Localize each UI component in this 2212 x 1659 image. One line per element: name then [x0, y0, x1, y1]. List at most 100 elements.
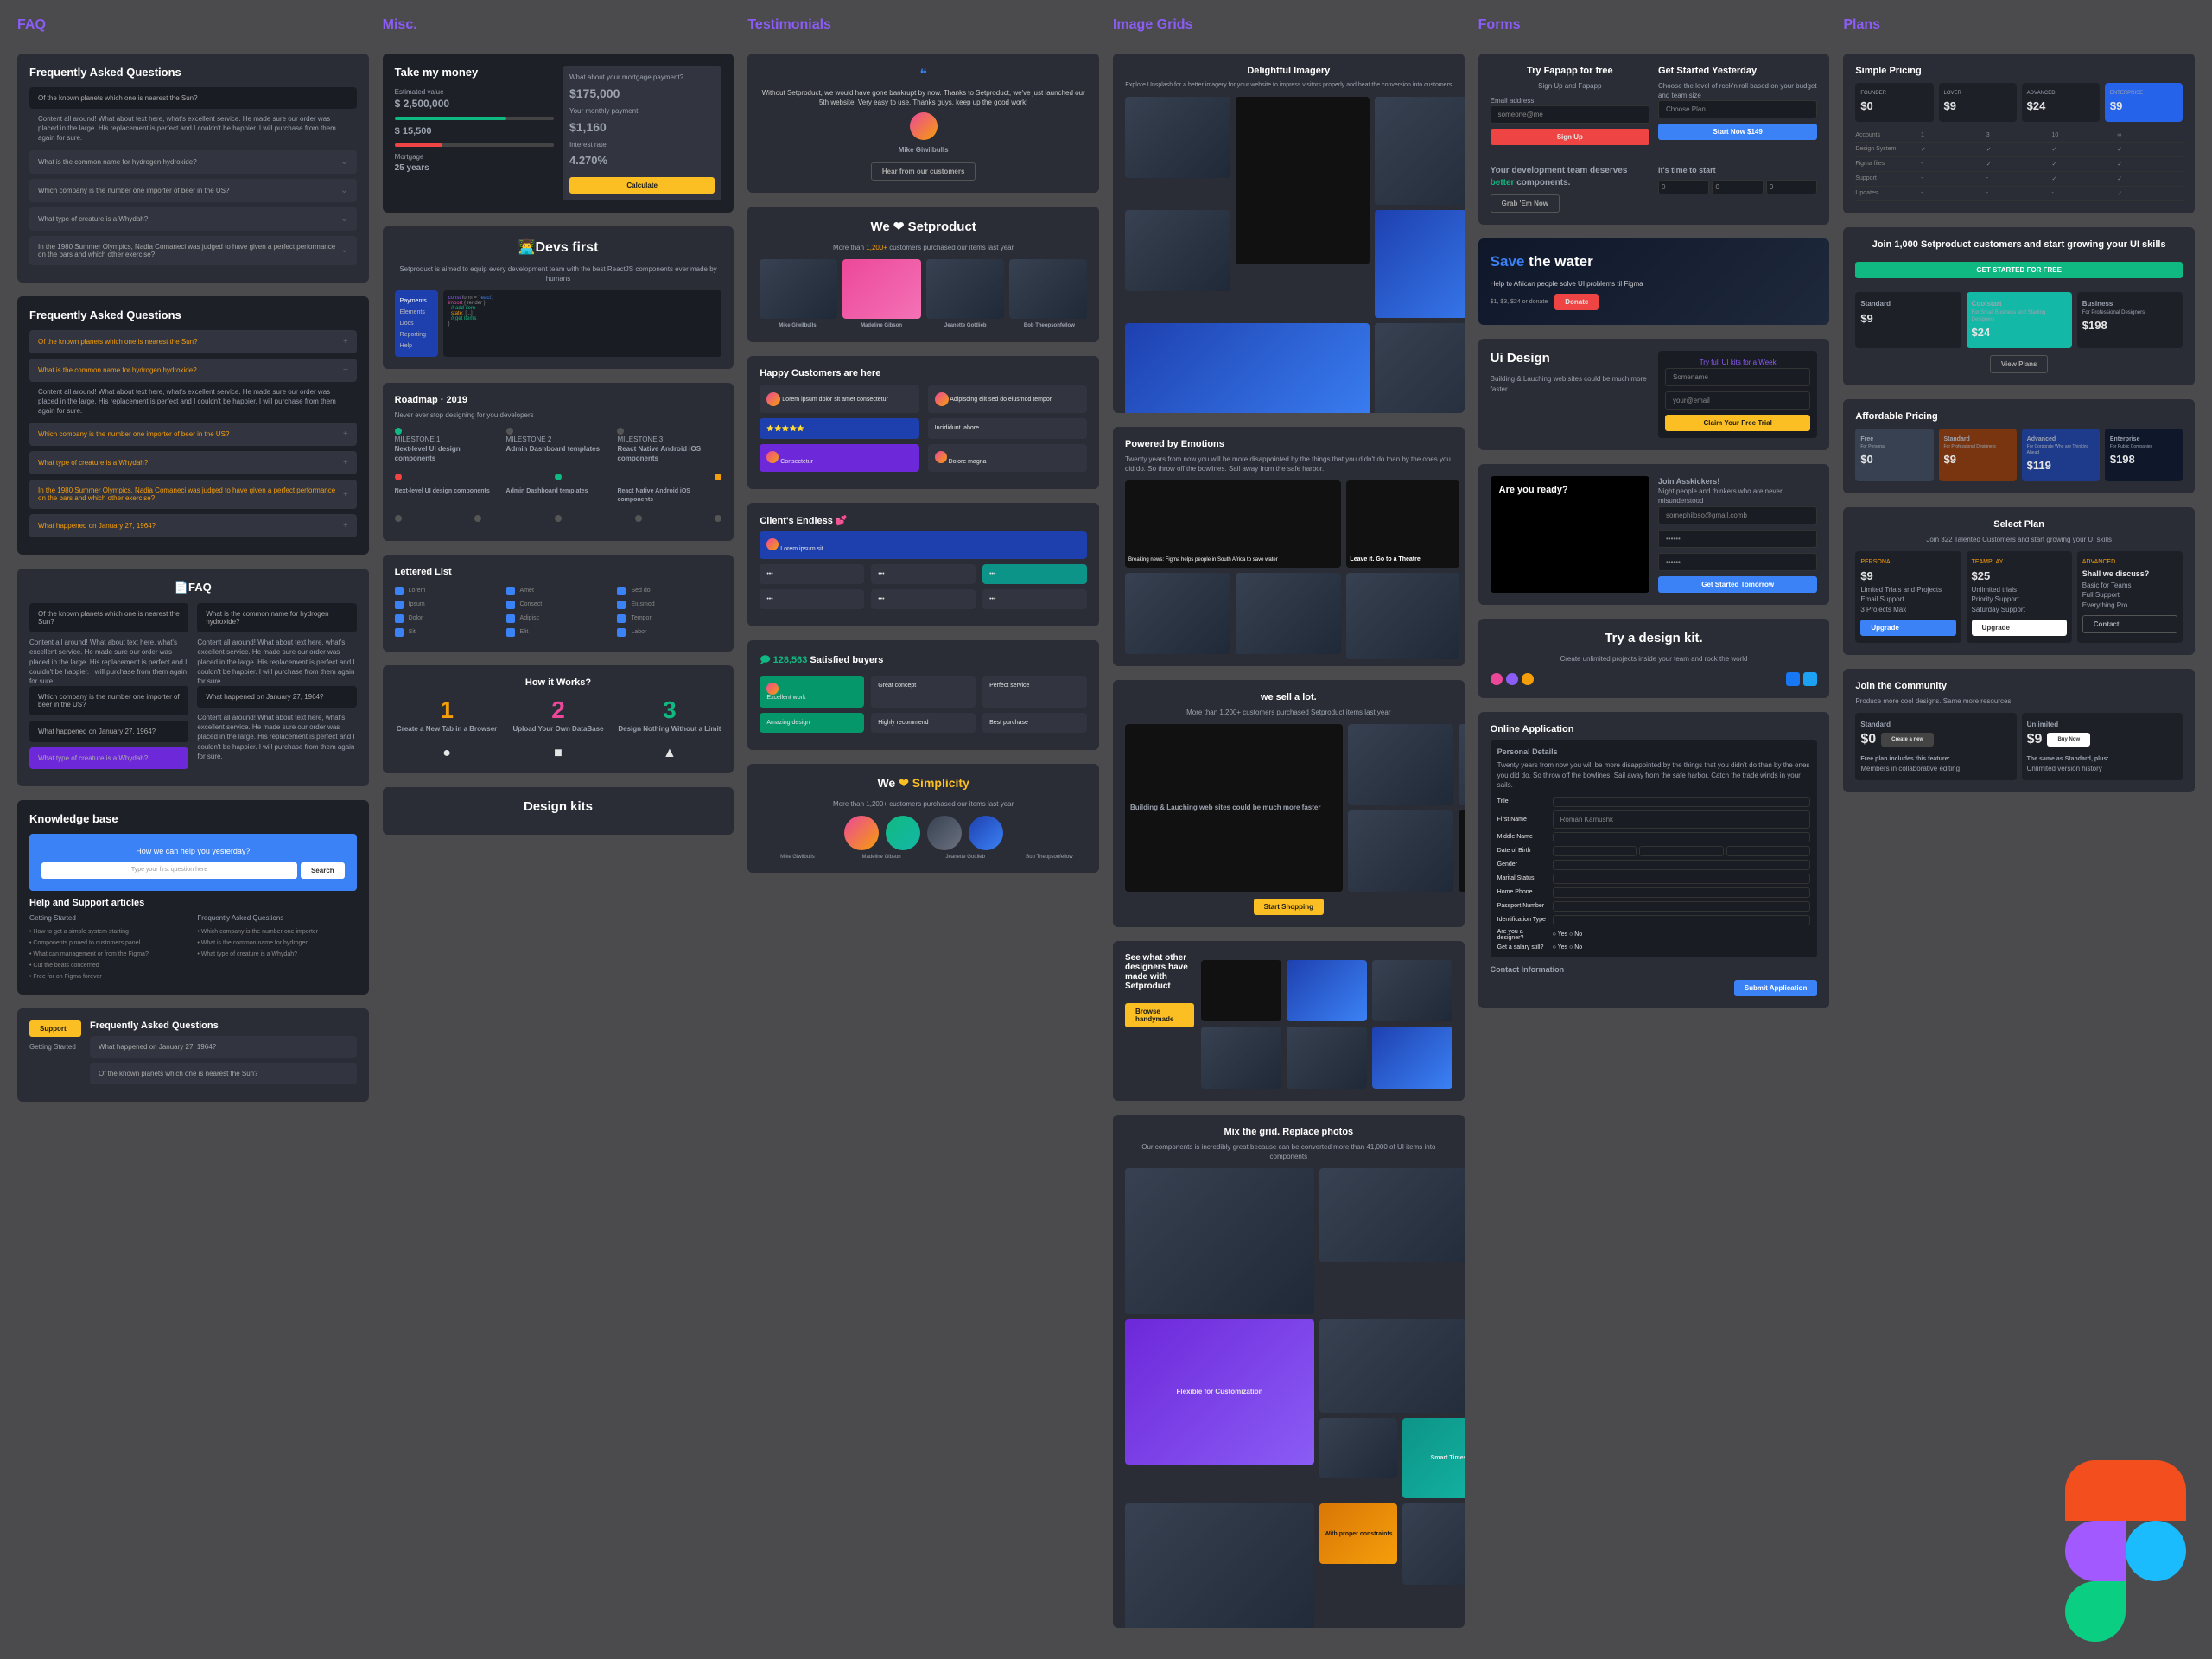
grid-img[interactable]: Leave it. Go to a Theatre	[1346, 480, 1459, 567]
marital-input[interactable]	[1553, 874, 1811, 884]
upgrade-btn[interactable]: Upgrade	[1860, 620, 1955, 636]
kb-link[interactable]: • Free for on Figma forever	[29, 971, 188, 982]
yesterday-btn[interactable]: Start Now $149	[1658, 124, 1817, 140]
first-input[interactable]: Roman Kamushk	[1553, 810, 1811, 829]
phone-input[interactable]	[1553, 887, 1811, 898]
sidebar-item[interactable]: Reporting	[400, 329, 433, 340]
grab-btn[interactable]: Grab 'Em Now	[1491, 194, 1560, 213]
dob-input[interactable]	[1553, 846, 1637, 856]
grid-img[interactable]	[1236, 97, 1370, 264]
faq3-q6[interactable]: What happened on January 27, 1964?	[29, 721, 188, 742]
grid-img[interactable]	[1372, 1027, 1452, 1088]
grid-img[interactable]	[1375, 97, 1464, 205]
grid-img[interactable]	[1125, 210, 1230, 291]
grid-img[interactable]	[1125, 1168, 1314, 1314]
support-q[interactable]: Of the known planets which one is neares…	[90, 1063, 357, 1084]
title-input[interactable]	[1553, 797, 1811, 807]
kb-link[interactable]: • Components pinned to customers panel	[29, 938, 188, 949]
price-tier[interactable]: StandardFor Professional Designers$9	[1939, 429, 2017, 481]
support-q[interactable]: What happened on January 27, 1964?	[90, 1036, 357, 1058]
radio-group[interactable]: ○ Yes ○ No	[1553, 944, 1811, 950]
asskickers-btn[interactable]: Get Started Tomorrow	[1658, 576, 1817, 593]
faq2-q5[interactable]: In the 1980 Summer Olympics, Nadia Coman…	[29, 480, 357, 509]
grid-img[interactable]	[1372, 960, 1452, 1021]
idtype-input[interactable]	[1553, 915, 1811, 925]
faq2-q4[interactable]: What type of creature is a Whydah?+	[29, 451, 357, 474]
grid-img[interactable]	[1459, 724, 1464, 805]
faq-q1[interactable]: Of the known planets which one is neares…	[29, 87, 357, 109]
price-tier[interactable]: Standard$9	[1855, 292, 1961, 348]
grid-img[interactable]	[1201, 1027, 1281, 1088]
asskickers-input[interactable]: ••••••	[1658, 553, 1817, 571]
support-tab[interactable]: Support	[29, 1020, 81, 1037]
grid-img[interactable]: Breaking news: Figma helps people in Sou…	[1125, 480, 1341, 567]
sidebar-item[interactable]: Docs	[400, 318, 433, 329]
grid-img[interactable]	[1125, 1503, 1314, 1627]
upgrade-btn[interactable]: Upgrade	[1972, 620, 2067, 636]
buy-btn[interactable]: Buy Now	[2047, 733, 2090, 747]
create-btn[interactable]: Create a new	[1881, 733, 1934, 747]
radio-group[interactable]: ○ Yes ○ No	[1553, 931, 1811, 938]
faq3-q2[interactable]: What is the common name for hydrogen hyd…	[197, 603, 356, 632]
faq-q4[interactable]: What type of creature is a Whydah?⌄	[29, 207, 357, 231]
faq2-q6[interactable]: What happened on January 27, 1964?+	[29, 514, 357, 537]
ui-btn[interactable]: Claim Your Free Trial	[1665, 415, 1810, 431]
sidebar-item[interactable]: Payments	[400, 296, 433, 307]
others-cta[interactable]: Browse handymade	[1125, 1003, 1194, 1027]
faq3-q6b[interactable]: What happened on January 27, 1964?	[197, 686, 356, 708]
ui-input[interactable]: Somename	[1665, 368, 1810, 386]
price-tier[interactable]: EnterpriseFor Public Companies$198	[2105, 429, 2183, 481]
grid-img[interactable]	[1402, 1503, 1464, 1584]
faq-q5[interactable]: In the 1980 Summer Olympics, Nadia Coman…	[29, 236, 357, 265]
grid-img[interactable]	[1375, 323, 1464, 413]
grid-img[interactable]	[1287, 1027, 1367, 1088]
faq3-q4[interactable]: What type of creature is a Whydah?	[29, 747, 188, 769]
sidebar-item[interactable]: Elements	[400, 307, 433, 318]
grid-img[interactable]	[1459, 810, 1464, 892]
time-input[interactable]: 0	[1658, 180, 1709, 194]
asskickers-input[interactable]: somephiloso@gmail.comb	[1658, 506, 1817, 524]
signup-btn[interactable]: Sign Up	[1491, 129, 1649, 145]
submit-btn[interactable]: Submit Application	[1734, 980, 1818, 996]
grid-img[interactable]	[1125, 573, 1230, 654]
contact-btn[interactable]: Contact	[2082, 615, 2177, 633]
faq2-q2[interactable]: What is the common name for hydrogen hyd…	[29, 359, 357, 382]
price-tier[interactable]: LOVER$9	[1939, 83, 2017, 122]
middle-input[interactable]	[1553, 832, 1811, 842]
time-input[interactable]: 0	[1766, 180, 1817, 194]
grid-img[interactable]	[1319, 1319, 1465, 1414]
facebook-icon[interactable]	[1786, 672, 1800, 686]
faq3-q1[interactable]: Of the known planets which one is neares…	[29, 603, 188, 632]
grid-img[interactable]	[1125, 97, 1230, 178]
price-tier[interactable]: CoolstartFor Small Business and Starting…	[1967, 292, 2072, 348]
twitter-icon[interactable]	[1803, 672, 1817, 686]
faq2-q1[interactable]: Of the known planets which one is neares…	[29, 330, 357, 353]
kb-link[interactable]: • How to get a simple system starting	[29, 926, 188, 938]
sidebar-item[interactable]: Help	[400, 340, 433, 352]
gender-input[interactable]	[1553, 860, 1811, 870]
grid-img[interactable]	[1201, 960, 1281, 1021]
join-cta[interactable]: GET STARTED FOR FREE	[1855, 262, 2183, 278]
kb-link[interactable]: • What type of creature is a Whydah?	[197, 949, 356, 960]
donate-btn[interactable]: Donate	[1554, 294, 1599, 310]
price-tier[interactable]: ENTERPRISE$9	[2105, 83, 2183, 122]
price-tier[interactable]: AdvancedFor Corporate Who are Thinking A…	[2022, 429, 2100, 481]
kb-link[interactable]: • What is the common name for hydrogen	[197, 938, 356, 949]
passport-input[interactable]	[1553, 901, 1811, 912]
kb-link[interactable]: • Which company is the number one import…	[197, 926, 356, 938]
grid-img[interactable]	[1346, 573, 1459, 659]
ui-input[interactable]: your@email	[1665, 391, 1810, 410]
kb-link[interactable]: • What can management or from the Figma?	[29, 949, 188, 960]
calculate-btn[interactable]: Calculate	[569, 177, 715, 194]
grid-img[interactable]	[1348, 810, 1453, 892]
faq3-q3[interactable]: Which company is the number one importer…	[29, 686, 188, 715]
grid-img[interactable]	[1287, 960, 1367, 1021]
plan-input[interactable]: Choose Plan	[1658, 100, 1817, 118]
faq-q3[interactable]: Which company is the number one importer…	[29, 179, 357, 202]
grid-img[interactable]	[1319, 1168, 1465, 1262]
view-plans-btn[interactable]: View Plans	[1990, 355, 2049, 373]
quote-cta[interactable]: Hear from our customers	[871, 162, 976, 181]
dob-input[interactable]	[1639, 846, 1724, 856]
kb-search-input[interactable]: Type your first question here	[41, 862, 297, 879]
time-input[interactable]: 0	[1712, 180, 1763, 194]
